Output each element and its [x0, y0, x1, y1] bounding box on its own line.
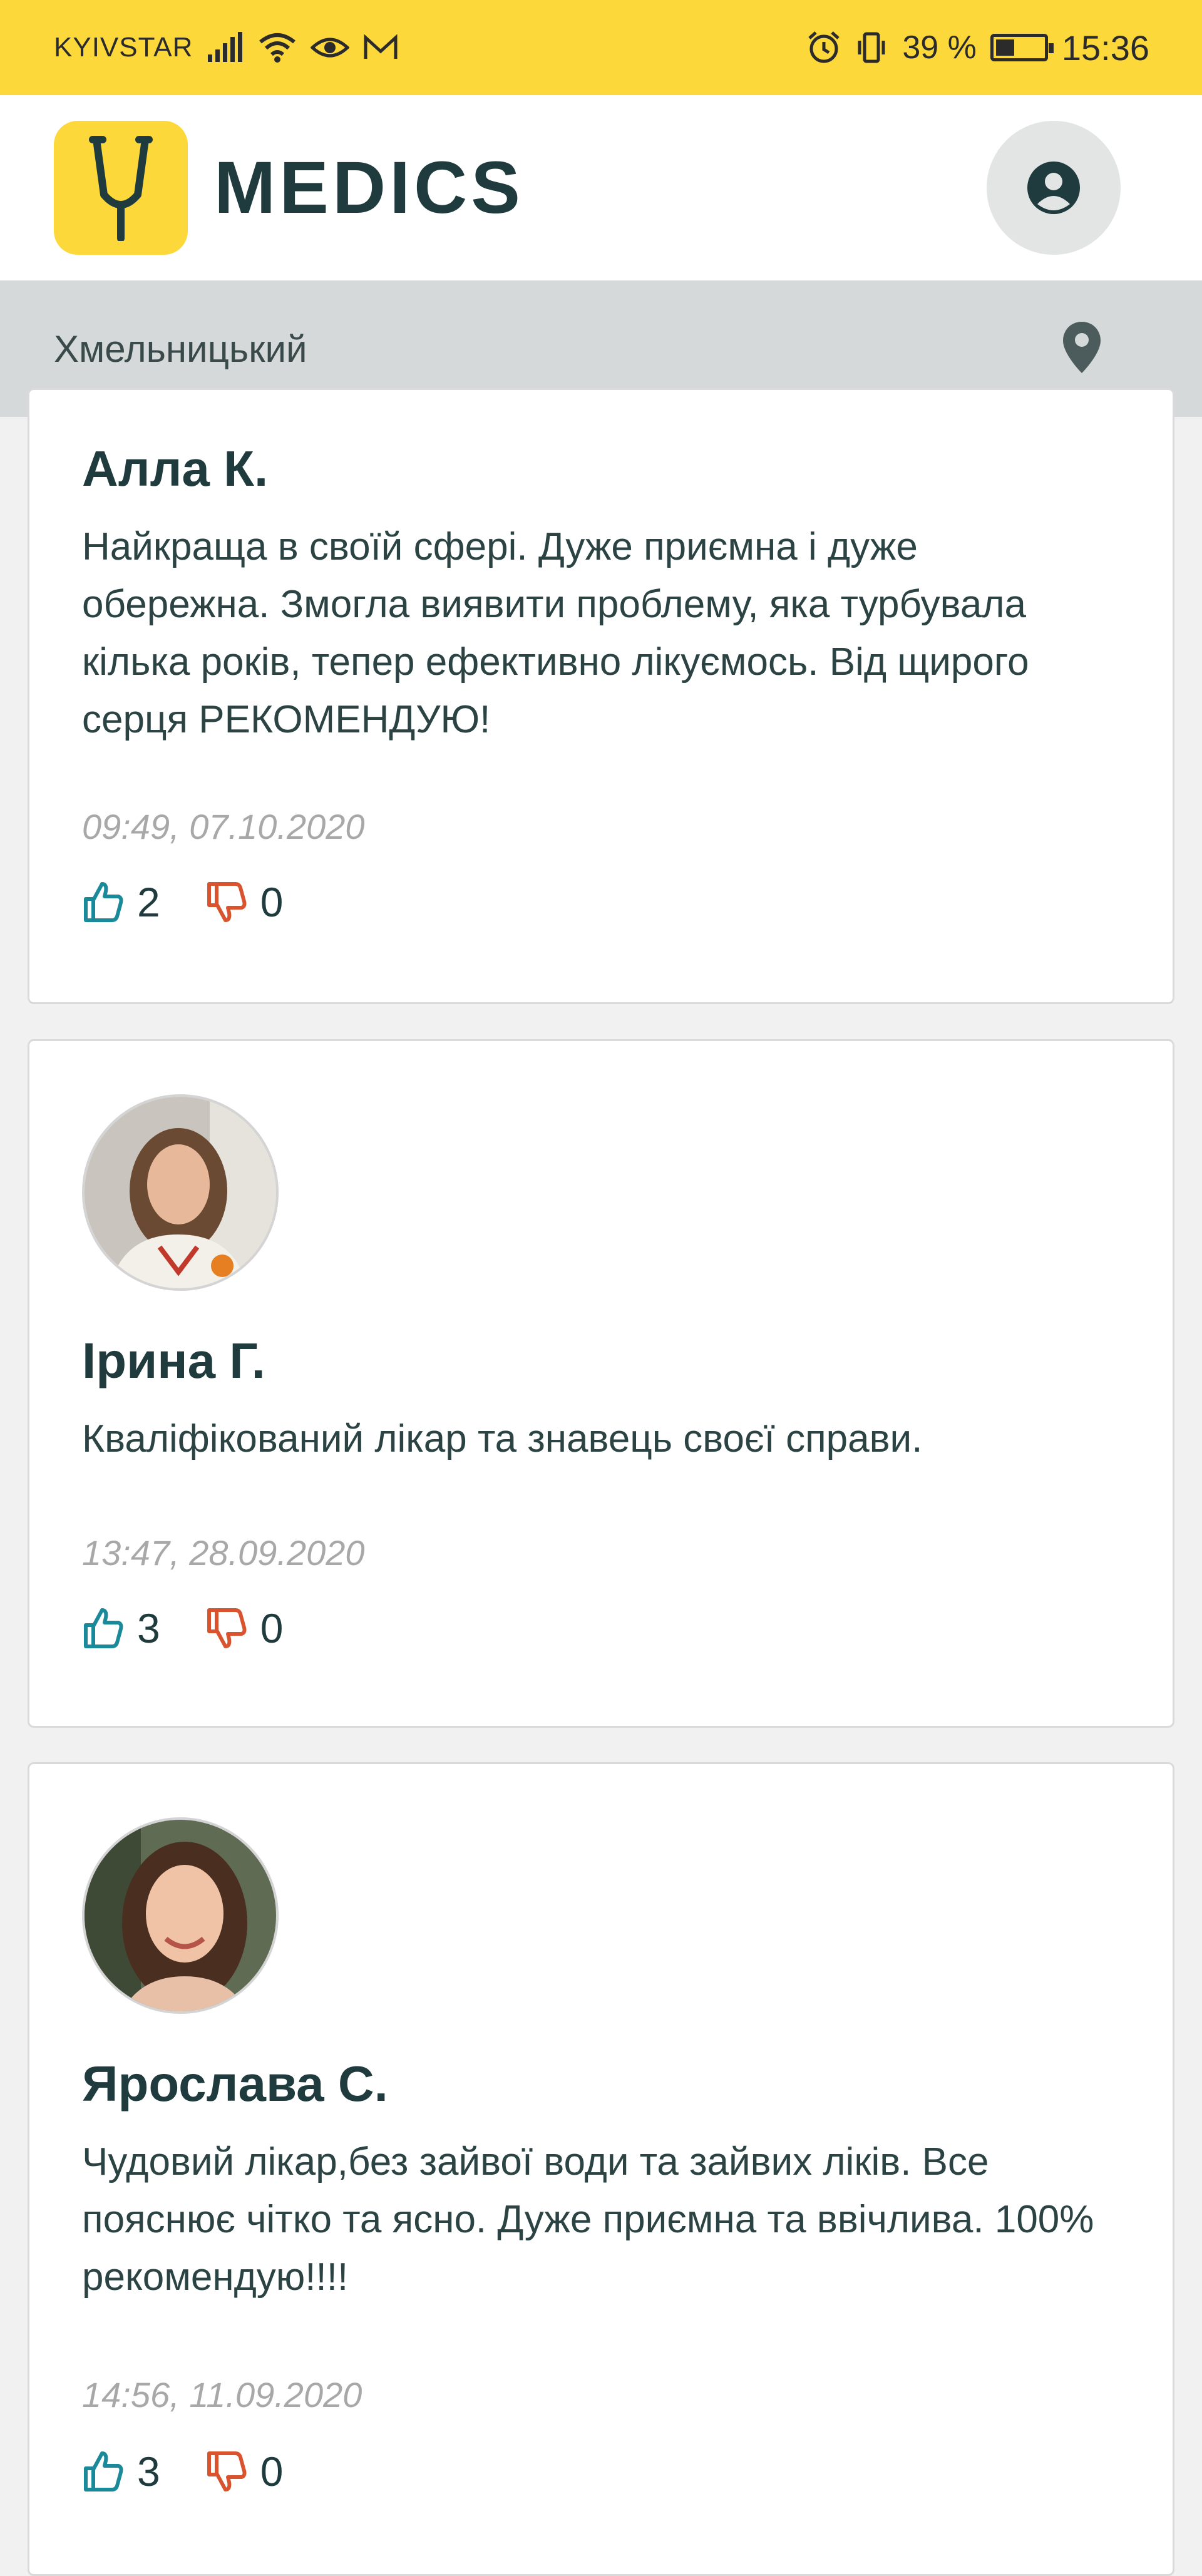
status-bar-left: KYIVSTAR: [54, 32, 398, 63]
thumbs-up-icon: [84, 1608, 123, 1648]
review-text: Кваліфікований лікар та знавець своєї сп…: [82, 1417, 923, 1460]
clock: 15:36: [1061, 28, 1149, 68]
review-card: Алла К. Найкраща в своїй сфері. Дуже при…: [28, 388, 1174, 1004]
review-text: Найкраща в своїй сфері. Дуже приємна і д…: [82, 525, 1029, 741]
city-name: Хмельницький: [54, 327, 307, 370]
review-date: 09:49, 07.10.2020: [82, 807, 365, 846]
status-bar-right: 39 % 15:36: [807, 28, 1149, 68]
review-votes: 2 0: [82, 878, 283, 926]
reviewer-name: Ірина Г.: [82, 1333, 265, 1388]
dislike-button[interactable]: 0: [205, 878, 284, 926]
carrier-name: KYIVSTAR: [54, 32, 193, 63]
reviewer-name: Алла К.: [82, 441, 269, 496]
reviewer-avatar: [82, 1094, 279, 1291]
dislike-count: 0: [260, 1605, 284, 1651]
location-pin-icon: [1062, 321, 1102, 377]
stethoscope-logo-icon: [54, 121, 188, 255]
app-header: MEDICS: [0, 95, 1202, 280]
thumbs-up-icon: [84, 2451, 123, 2491]
thumbs-up-icon: [84, 882, 123, 922]
eye-icon: [311, 34, 350, 61]
wifi-icon: [258, 32, 297, 63]
review-card: Ярослава С. Чудовий лікар,без зайвої вод…: [28, 1762, 1174, 2576]
reviewer-avatar: [82, 1817, 279, 2014]
review-text: Чудовий лікар,без зайвої води та зайвих …: [82, 2140, 1094, 2299]
brand-name: MEDICS: [214, 146, 524, 229]
like-button[interactable]: 3: [82, 1604, 160, 1652]
brand[interactable]: MEDICS: [54, 121, 524, 255]
review-date: 13:47, 28.09.2020: [82, 1533, 365, 1573]
user-icon: [1027, 162, 1080, 214]
review-votes: 3 0: [82, 2448, 283, 2495]
review-date: 14:56, 11.09.2020: [82, 2375, 362, 2414]
like-count: 3: [137, 1605, 160, 1651]
review-votes: 3 0: [82, 1604, 283, 1652]
thumbs-down-icon: [207, 1608, 247, 1648]
reviewer-name: Ярослава С.: [82, 2056, 388, 2112]
dislike-count: 0: [260, 879, 284, 925]
like-count: 3: [137, 2448, 160, 2495]
profile-button[interactable]: [987, 121, 1121, 255]
like-count: 2: [137, 879, 160, 925]
mail-icon: [363, 34, 398, 61]
like-button[interactable]: 2: [82, 878, 160, 926]
dislike-count: 0: [260, 2448, 284, 2495]
like-button[interactable]: 3: [82, 2448, 160, 2495]
vibrate-icon: [855, 31, 888, 64]
thumbs-down-icon: [207, 882, 247, 922]
battery-icon: [990, 34, 1054, 61]
alarm-icon: [807, 31, 841, 64]
review-card: Ірина Г. Кваліфікований лікар та знавець…: [28, 1039, 1174, 1728]
thumbs-down-icon: [207, 2451, 247, 2491]
dislike-button[interactable]: 0: [205, 2448, 284, 2495]
signal-icon: [207, 32, 244, 63]
status-bar: KYIVSTAR 39 % 15:36: [0, 0, 1202, 95]
dislike-button[interactable]: 0: [205, 1604, 284, 1652]
battery-percent: 39 %: [902, 29, 977, 66]
